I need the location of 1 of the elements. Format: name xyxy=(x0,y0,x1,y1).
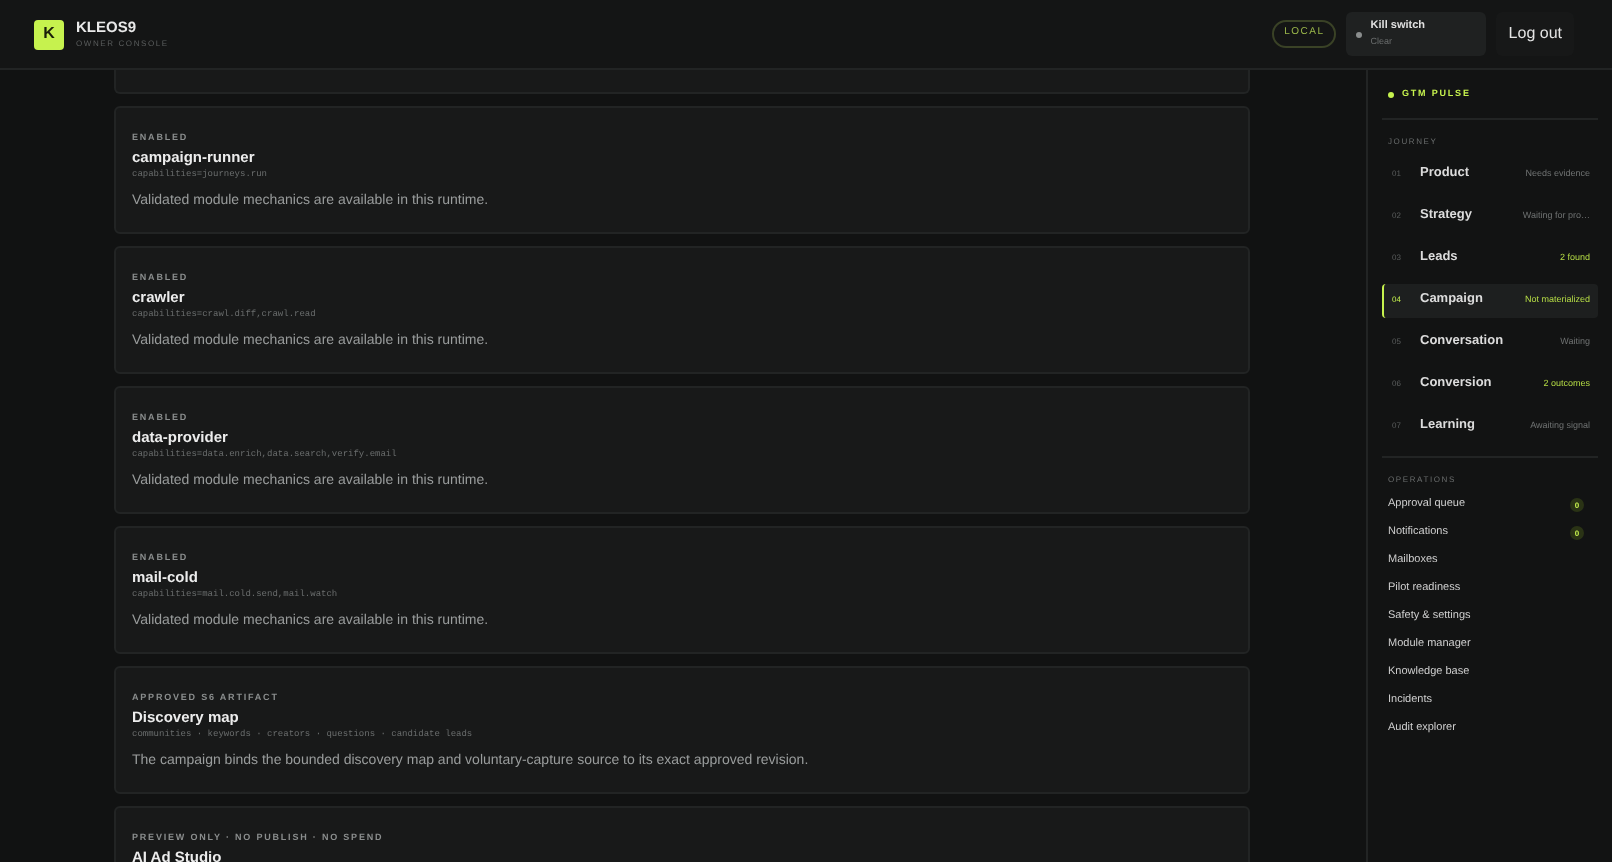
logo-icon: K xyxy=(34,19,64,49)
